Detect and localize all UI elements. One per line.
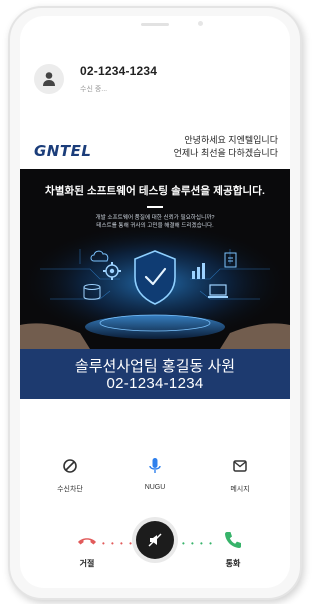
contact-name: 솔루션사업팀 홍길동 사원 [74,358,236,375]
greeting-message: 안녕하세요 지엔텔입니다 언제나 최선을 다하겠습니다 [174,134,278,160]
answer-button[interactable]: 통화 [208,529,258,569]
greeting-line: 안녕하세요 지엔텔입니다 [184,135,278,145]
call-controls: 거절 • • • • • • • • 통화 [20,521,290,581]
page: 02-1234-1234 수신 중... GNTEL 안녕하세요 지엔텔입니다 … [0,0,307,604]
message-button[interactable]: 메시지 [210,456,270,494]
contact-number: 02-1234-1234 [106,375,204,392]
mute-icon [148,533,162,547]
block-caller-button[interactable]: 수신차단 [40,456,100,494]
promo-banner: 차별화된 소프트웨어 테스팅 솔루션을 제공합니다. 개발 소프트웨어 품질에 … [20,169,290,349]
action-label: 메시지 [230,486,250,493]
message-icon [233,460,247,472]
decline-button[interactable]: 거절 [62,529,112,569]
banner-headline: 차별화된 소프트웨어 테스팅 솔루션을 제공합니다. [44,185,266,197]
company-logo: GNTEL [34,142,92,160]
tech-illustration [20,229,290,349]
action-label: NUGU [144,484,166,491]
call-status: 수신 중... [80,86,108,93]
caller-number: 02-1234-1234 [80,64,158,78]
answer-label: 통화 [225,559,241,568]
hang-up-icon [78,538,96,545]
banner-divider [147,206,163,208]
call-screen: 02-1234-1234 수신 중... GNTEL 안녕하세요 지엔텔입니다 … [20,16,290,588]
microphone-icon [149,458,161,473]
banner-subtext: 개발 소프트웨어 품질에 대한 신뢰가 필요하십니까? 테스트를 통해 귀사의 … [20,214,290,230]
phone-icon [225,532,241,548]
contact-card: 솔루션사업팀 홍길동 사원 02-1234-1234 [20,349,290,399]
swipe-hint-left: • • • • [102,539,134,548]
block-icon [63,459,77,473]
avatar [34,64,64,94]
quick-actions: 수신차단 NUGU 메시지 [20,456,290,506]
banner-sub-line: 개발 소프트웨어 품질에 대한 신뢰가 필요하십니까? [95,215,215,221]
action-label: 수신차단 [57,486,83,493]
caller-header: 02-1234-1234 수신 중... [34,62,274,98]
mute-button[interactable] [136,521,174,559]
greeting-line: 언제나 최선을 다하겠습니다 [173,148,278,158]
decline-label: 거절 [79,559,95,568]
speaker-grille [141,23,169,26]
phone-frame: 02-1234-1234 수신 중... GNTEL 안녕하세요 지엔텔입니다 … [8,6,302,600]
front-camera [198,21,203,26]
nugu-button[interactable]: NUGU [125,456,185,491]
person-icon [43,72,55,86]
